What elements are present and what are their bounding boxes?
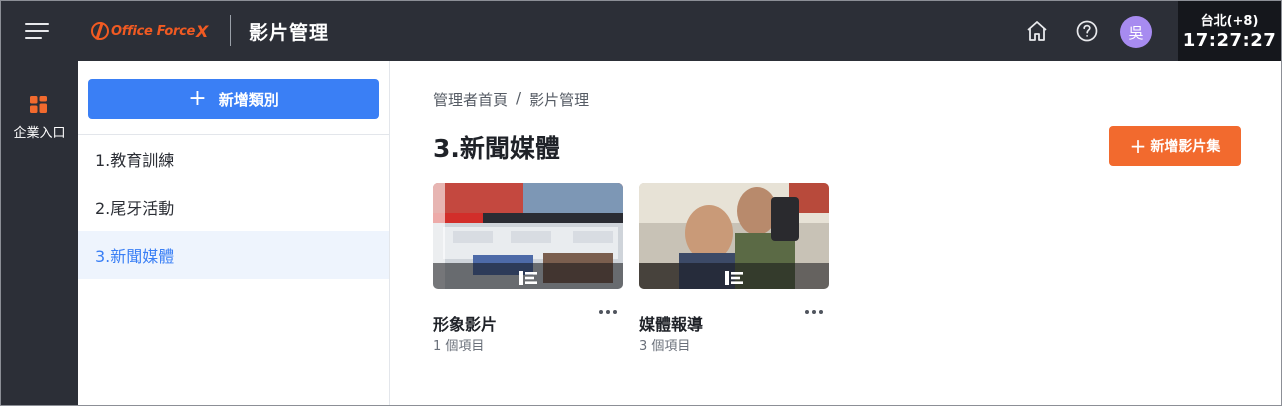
album-card: 媒體報導 3 個項目 xyxy=(639,183,829,363)
app-title: 影片管理 xyxy=(249,22,330,44)
grid-icon xyxy=(29,96,49,114)
video-brand-icon xyxy=(725,270,743,285)
brand-logo[interactable]: Office Force X xyxy=(91,20,208,42)
clock: 台北(+8) 17:27:27 xyxy=(1178,1,1281,61)
album-thumbnail[interactable] xyxy=(433,183,623,289)
category-item[interactable]: 2.尾牙活動 xyxy=(78,183,389,231)
top-bar: Office Force X 影片管理 吳 台北(+8) 17:27:27 xyxy=(1,1,1281,61)
logo-text: Office Force xyxy=(111,23,196,39)
more-icon[interactable] xyxy=(802,305,826,319)
add-album-button[interactable]: + 新增影片集 xyxy=(1109,126,1241,166)
category-panel: + 新增類別 1.教育訓練 2.尾牙活動 3.新聞媒體 xyxy=(78,61,390,405)
breadcrumb-current: 影片管理 xyxy=(529,91,590,109)
hamburger-icon[interactable] xyxy=(25,20,51,42)
album-title: 媒體報導 xyxy=(639,315,704,334)
breadcrumb-separator: / xyxy=(516,89,522,107)
left-rail: 企業入口 xyxy=(1,61,78,405)
logo-x: X xyxy=(196,21,209,41)
clock-city: 台北(+8) xyxy=(1200,14,1259,29)
app-window: Office Force X 影片管理 吳 台北(+8) 17:27:27 企業… xyxy=(0,0,1282,406)
album-item-count: 1 個項目 xyxy=(433,339,485,354)
plus-icon: + xyxy=(188,86,207,111)
album-title: 形象影片 xyxy=(433,315,498,334)
breadcrumb-link-admin-home[interactable]: 管理者首頁 xyxy=(433,89,508,110)
more-icon[interactable] xyxy=(596,305,620,319)
rail-item-enterprise-portal[interactable]: 企業入口 xyxy=(1,91,78,141)
add-album-label: 新增影片集 xyxy=(1150,139,1221,155)
header-divider xyxy=(230,15,231,46)
clock-time: 17:27:27 xyxy=(1182,30,1277,51)
help-icon[interactable] xyxy=(1075,19,1099,43)
avatar[interactable]: 吳 xyxy=(1120,16,1152,48)
add-category-button[interactable]: + 新增類別 xyxy=(88,79,379,119)
album-card: 形象影片 1 個項目 xyxy=(433,183,623,363)
main-content: 管理者首頁 / 影片管理 3.新聞媒體 + 新增影片集 形象影片 1 個項目 媒… xyxy=(390,61,1281,405)
video-brand-icon xyxy=(519,270,537,285)
breadcrumb: 管理者首頁 / 影片管理 xyxy=(433,89,589,110)
rail-item-label: 企業入口 xyxy=(13,126,66,141)
plus-icon: + xyxy=(1129,134,1147,158)
add-category-label: 新增類別 xyxy=(218,90,279,109)
page-title: 3.新聞媒體 xyxy=(433,134,560,163)
home-icon[interactable] xyxy=(1025,19,1049,43)
category-item[interactable]: 1.教育訓練 xyxy=(78,135,389,183)
album-item-count: 3 個項目 xyxy=(639,339,691,354)
logo-mark-icon xyxy=(91,22,109,40)
album-thumbnail[interactable] xyxy=(639,183,829,289)
category-item-active[interactable]: 3.新聞媒體 xyxy=(78,231,389,279)
